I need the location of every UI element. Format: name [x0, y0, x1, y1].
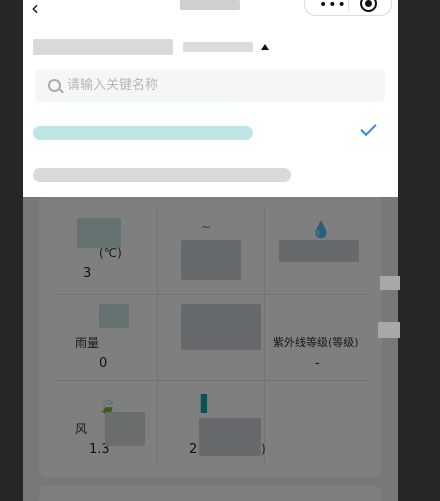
target-icon[interactable]: [360, 0, 377, 12]
caret-up-icon[interactable]: [261, 44, 269, 50]
menu-capsule: •••: [304, 0, 392, 16]
search-input[interactable]: [67, 69, 367, 102]
more-icon[interactable]: •••: [319, 0, 347, 13]
option-label: [33, 126, 253, 140]
search-icon: [48, 79, 61, 92]
edge-artifact: [380, 276, 400, 290]
capsule-divider: [348, 0, 349, 11]
dropdown-option[interactable]: [23, 156, 398, 196]
dropdown-option[interactable]: [23, 114, 398, 154]
dropdown-panel: [23, 20, 398, 197]
check-icon: [360, 119, 377, 137]
dropdown-header-label[interactable]: [33, 39, 173, 55]
option-label: [33, 168, 291, 182]
page-title: [180, 0, 240, 10]
search-box: [35, 69, 385, 102]
edge-artifact: [378, 322, 400, 338]
navigation-bar: ‹ •••: [23, 0, 398, 20]
dropdown-header-label[interactable]: [183, 42, 253, 52]
chevron-left-icon[interactable]: ‹: [31, 0, 39, 20]
